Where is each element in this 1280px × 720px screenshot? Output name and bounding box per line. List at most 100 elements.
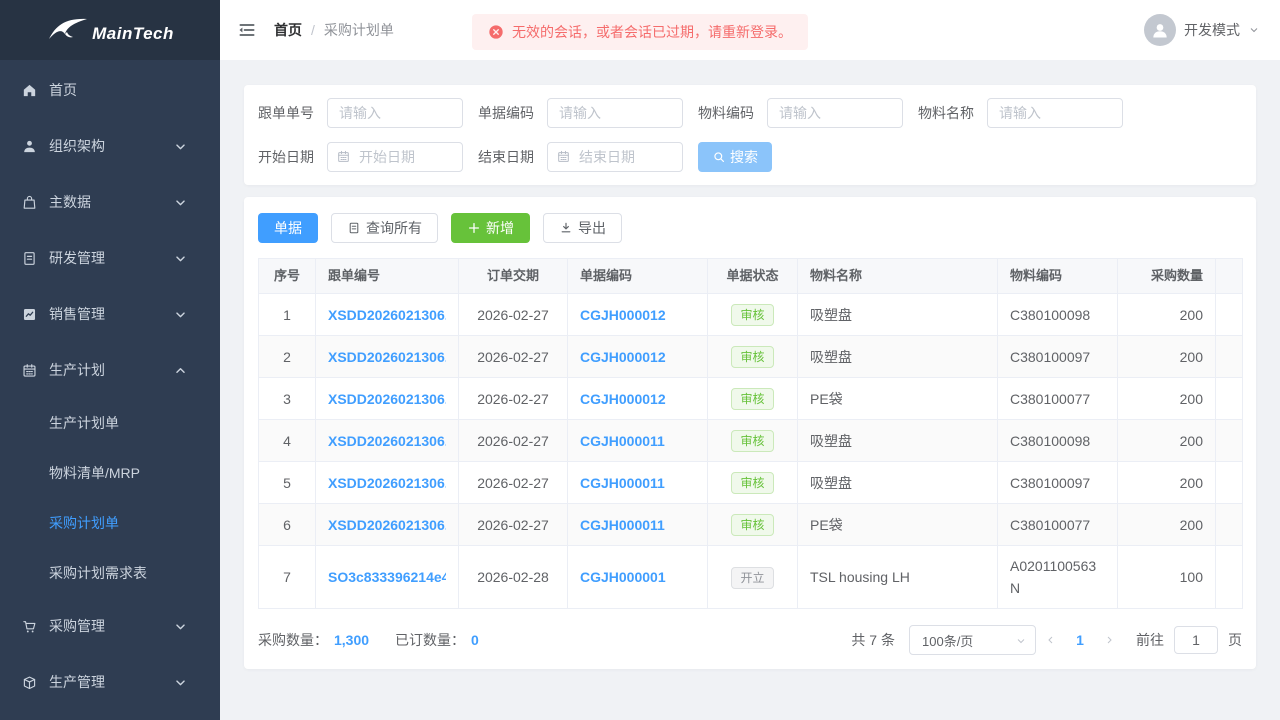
table-panel: 单据查询所有 新增 导出 序号跟单编号订单交期单据编码单据状态物料名称物料编码采购数… — [244, 197, 1256, 669]
sidebar-item[interactable]: 销售管理 — [0, 286, 220, 342]
sidebar-item-label: 生产计划 — [49, 360, 105, 380]
chevron-down-icon — [171, 617, 189, 635]
column-header: 物料编码 — [998, 259, 1118, 294]
status-badge: 审核 — [731, 472, 773, 494]
track_no-link[interactable]: XSDD2026021306.. — [328, 514, 446, 536]
track_no-link[interactable]: SO3c833396214e40 — [328, 566, 446, 588]
track_no-cell: SO3c833396214e40 — [316, 546, 459, 609]
column-header: 物料名称 — [798, 259, 998, 294]
track_no-link[interactable]: XSDD2026021306.. — [328, 346, 446, 368]
page-size-select[interactable]: 100条/页 — [909, 625, 1036, 655]
extra-cell — [1216, 294, 1243, 336]
page-unit-label: 页 — [1228, 630, 1242, 650]
track_no-link[interactable]: XSDD2026021306.. — [328, 430, 446, 452]
doc_code-link[interactable]: CGJH000012 — [580, 388, 695, 410]
user-name: 开发模式 — [1184, 20, 1240, 40]
user-menu[interactable]: 开发模式 — [1144, 14, 1260, 46]
track_no-link[interactable]: XSDD2026021306.. — [328, 388, 446, 410]
goto-page-input[interactable] — [1174, 626, 1218, 654]
sidebar-item-label: 首页 — [49, 80, 77, 100]
新增-button[interactable]: 新增 — [451, 213, 530, 243]
filter-field: 结束日期 — [478, 142, 683, 172]
doc_code-link[interactable]: CGJH000001 — [580, 566, 695, 588]
breadcrumb-home[interactable]: 首页 — [274, 20, 302, 40]
doc_code-cell: CGJH000012 — [568, 294, 708, 336]
prev-page-icon[interactable] — [1036, 625, 1066, 655]
chevron-down-icon — [1248, 24, 1260, 36]
sidebar-item[interactable]: 生产管理 — [0, 654, 220, 710]
doc_code-link[interactable]: CGJH000011 — [580, 514, 695, 536]
sidebar-subitem[interactable]: 采购计划需求表 — [0, 548, 220, 598]
filter-input[interactable] — [547, 142, 683, 172]
cart-icon — [20, 617, 38, 635]
filter-input[interactable] — [987, 98, 1123, 128]
button-label: 新增 — [486, 218, 514, 238]
purchase-plan-table: 序号跟单编号订单交期单据编码单据状态物料名称物料编码采购数量 1XSDD2026… — [258, 258, 1243, 609]
column-header — [1216, 259, 1243, 294]
filter-label: 单据编码 — [478, 103, 535, 123]
column-header: 单据编码 — [568, 259, 708, 294]
qty-cell: 200 — [1118, 462, 1216, 504]
search-button-label: 搜索 — [730, 147, 758, 167]
sidebar-item-label: 采购管理 — [49, 616, 105, 636]
status-cell: 审核 — [708, 294, 798, 336]
sidebar-item[interactable]: 首页 — [0, 62, 220, 118]
collapse-menu-icon[interactable] — [236, 19, 258, 41]
button-label: 导出 — [578, 218, 606, 238]
table-header-row: 序号跟单编号订单交期单据编码单据状态物料名称物料编码采购数量 — [259, 259, 1243, 294]
sidebar-item[interactable]: 采购管理 — [0, 598, 220, 654]
sidebar-item[interactable]: 生产计划 — [0, 342, 220, 398]
track_no-link[interactable]: XSDD2026021306.. — [328, 304, 446, 326]
doc_code-cell: CGJH000001 — [568, 546, 708, 609]
sidebar-item-label: 销售管理 — [49, 304, 105, 324]
due_date-cell: 2026-02-27 — [459, 462, 568, 504]
filter-input[interactable] — [547, 98, 683, 128]
material_code-cell: C380100098 — [998, 420, 1118, 462]
material_code-cell: C380100098 — [998, 294, 1118, 336]
pagination: 共 7 条 100条/页 1 前往 页 — [851, 625, 1242, 655]
qty-cell: 200 — [1118, 336, 1216, 378]
material_code-cell: A0201100563N — [998, 546, 1118, 609]
search-button[interactable]: 搜索 — [698, 142, 772, 172]
filter-input[interactable] — [767, 98, 903, 128]
table-row: 5XSDD2026021306..2026-02-27CGJH000011审核吸… — [259, 462, 1243, 504]
filter-input[interactable] — [327, 142, 463, 172]
breadcrumb-separator: / — [311, 22, 315, 38]
doc_code-link[interactable]: CGJH000012 — [580, 346, 695, 368]
next-page-icon[interactable] — [1094, 625, 1124, 655]
index-cell: 4 — [259, 420, 316, 462]
column-header: 采购数量 — [1118, 259, 1216, 294]
doc_code-link[interactable]: CGJH000011 — [580, 430, 695, 452]
导出-button[interactable]: 导出 — [543, 213, 622, 243]
doc_code-link[interactable]: CGJH000011 — [580, 472, 695, 494]
index-cell: 6 — [259, 504, 316, 546]
filter-input[interactable] — [327, 98, 463, 128]
sidebar-item-label: 生产管理 — [49, 672, 105, 692]
doc_code-cell: CGJH000012 — [568, 336, 708, 378]
sidebar-item[interactable]: 主数据 — [0, 174, 220, 230]
filter-label: 结束日期 — [478, 147, 535, 167]
toolbar: 单据查询所有 新增 导出 — [258, 213, 1242, 243]
查询所有-button[interactable]: 查询所有 — [331, 213, 438, 243]
filter-field: 开始日期 — [258, 142, 463, 172]
sidebar-item[interactable]: 组织架构 — [0, 118, 220, 174]
sidebar-item-label: 主数据 — [49, 192, 91, 212]
sidebar-item[interactable]: 研发管理 — [0, 230, 220, 286]
sidebar-subitem[interactable]: 物料清单/MRP — [0, 448, 220, 498]
current-page[interactable]: 1 — [1066, 632, 1094, 648]
filter-field: 物料名称 — [918, 98, 1123, 128]
purchase-qty-value: 1,300 — [334, 632, 369, 648]
chevron-down-icon — [1015, 635, 1027, 647]
track_no-cell: XSDD2026021306.. — [316, 462, 459, 504]
material_code-cell: C380100097 — [998, 462, 1118, 504]
sidebar-subitem[interactable]: 采购计划单 — [0, 498, 220, 548]
material_name-cell: 吸塑盘 — [798, 294, 998, 336]
chevron-down-icon — [171, 137, 189, 155]
sidebar-subitem[interactable]: 生产计划单 — [0, 398, 220, 448]
track_no-link[interactable]: XSDD2026021306.. — [328, 472, 446, 494]
material_name-cell: PE袋 — [798, 504, 998, 546]
home-icon — [20, 81, 38, 99]
单据-button[interactable]: 单据 — [258, 213, 318, 243]
doc_code-link[interactable]: CGJH000012 — [580, 304, 695, 326]
material_code-cell: C380100097 — [998, 336, 1118, 378]
